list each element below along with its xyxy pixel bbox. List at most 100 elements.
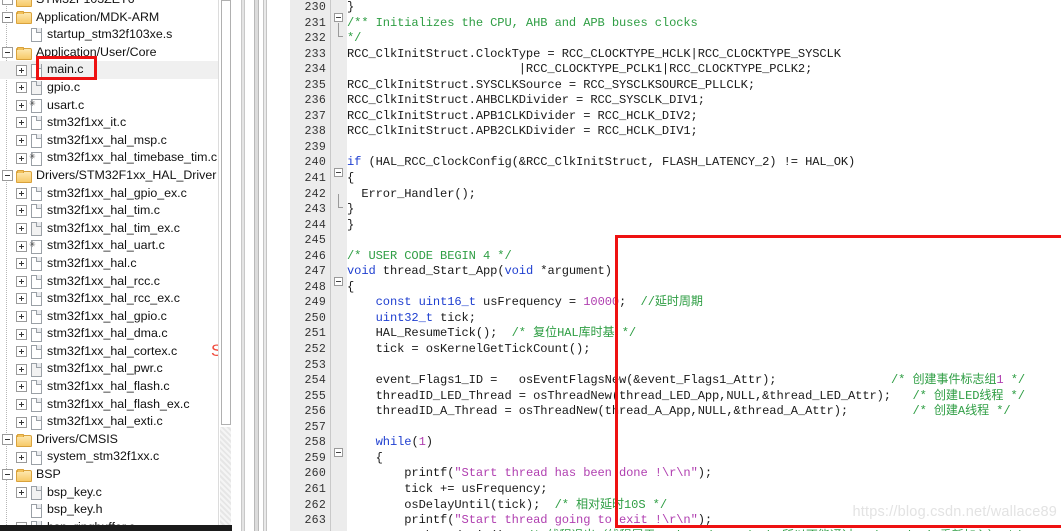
code-line[interactable] <box>347 420 1061 436</box>
tree-item-stm32f1xx-hal-tim-c[interactable]: stm32f1xx_hal_tim.c <box>0 202 232 220</box>
tree-item-stm32f1xx-hal-flash-ex-c[interactable]: stm32f1xx_hal_flash_ex.c <box>0 396 232 414</box>
code-line[interactable]: threadID_A_Thread = osThreadNew(thread_A… <box>347 404 1061 420</box>
tree-item-stm32f1xx-hal-gpio-ex-c[interactable]: stm32f1xx_hal_gpio_ex.c <box>0 185 232 203</box>
code-line[interactable]: |RCC_CLOCKTYPE_PCLK1|RCC_CLOCKTYPE_PCLK2… <box>347 62 1061 78</box>
expand-icon[interactable] <box>16 363 27 375</box>
code-line[interactable]: RCC_ClkInitStruct.APB2CLKDivider = RCC_H… <box>347 124 1061 140</box>
tree-item-stm32f1xx-hal-timebase-tim-c[interactable]: stm32f1xx_hal_timebase_tim.c <box>0 149 232 167</box>
code-line[interactable]: Error_Handler(); <box>347 187 1061 203</box>
collapse-icon[interactable] <box>2 469 13 481</box>
project-tree-panel[interactable]: STM32F103ZET6Application/MDK-ARM startup_… <box>0 0 232 531</box>
collapse-icon[interactable] <box>2 0 13 6</box>
project-tree-list[interactable]: STM32F103ZET6Application/MDK-ARM startup_… <box>0 0 232 531</box>
tree-item-stm32f1xx-hal-rcc-c[interactable]: stm32f1xx_hal_rcc.c <box>0 273 232 291</box>
scrollbar-track[interactable] <box>220 427 231 531</box>
expand-icon[interactable] <box>16 398 27 410</box>
code-line[interactable]: while(1) <box>347 435 1061 451</box>
code-line[interactable]: const uint16_t usFrequency = 10000; //延时… <box>347 295 1061 311</box>
code-line[interactable]: RCC_ClkInitStruct.ClockType = RCC_CLOCKT… <box>347 47 1061 63</box>
tree-item-gpio-c[interactable]: gpio.c <box>0 79 232 97</box>
code-line[interactable]: event_Flags1_ID = osEventFlagsNew(&event… <box>347 373 1061 389</box>
code-line[interactable]: threadID_LED_Thread = osThreadNew(thread… <box>347 389 1061 405</box>
tree-item-system-stm32f1xx-c[interactable]: system_stm32f1xx.c <box>0 448 232 466</box>
code-line[interactable]: HAL_ResumeTick(); /* 复位HAL库时基 */ <box>347 326 1061 342</box>
expand-icon[interactable] <box>16 486 27 498</box>
expand-icon[interactable] <box>16 117 27 129</box>
expand-icon[interactable] <box>16 240 27 252</box>
collapse-icon[interactable] <box>2 170 13 182</box>
tree-item-stm32f1xx-hal-rcc-ex-c[interactable]: stm32f1xx_hal_rcc_ex.c <box>0 290 232 308</box>
code-line[interactable] <box>347 233 1061 249</box>
code-folding-gutter[interactable] <box>331 0 347 531</box>
tree-item-stm32f103zet6[interactable]: STM32F103ZET6 <box>0 0 232 9</box>
scrollbar-thumb[interactable] <box>221 0 231 425</box>
code-line[interactable]: */ <box>347 31 1061 47</box>
collapse-icon[interactable] <box>2 434 13 446</box>
tree-item-drivers-cmsis[interactable]: Drivers/CMSIS <box>0 431 232 449</box>
tree-item-bsp[interactable]: BSP <box>0 466 232 484</box>
expand-icon[interactable] <box>16 205 27 217</box>
code-line[interactable]: tick = osKernelGetTickCount(); <box>347 342 1061 358</box>
tree-item-main-c[interactable]: main.c <box>0 61 232 79</box>
code-line[interactable]: } <box>347 0 1061 16</box>
code-editor[interactable]: 230 231 232 233 234 235 236 237 238 239 240 241 242 2… <box>290 0 1061 531</box>
code-line[interactable]: } <box>347 218 1061 234</box>
expand-icon[interactable] <box>16 187 27 199</box>
expand-icon[interactable] <box>16 416 27 428</box>
expand-icon[interactable] <box>16 381 27 393</box>
tree-item-stm32f1xx-hal-tim-ex-c[interactable]: stm32f1xx_hal_tim_ex.c <box>0 220 232 238</box>
tree-item-stm32f1xx-hal-uart-c[interactable]: stm32f1xx_hal_uart.c <box>0 237 232 255</box>
code-line[interactable]: RCC_ClkInitStruct.SYSCLKSource = RCC_SYS… <box>347 78 1061 94</box>
expand-icon[interactable] <box>16 310 27 322</box>
splitter-bar-middle[interactable] <box>254 0 259 531</box>
expand-icon[interactable] <box>16 451 27 463</box>
project-tree-scrollbar[interactable] <box>218 0 232 531</box>
expand-icon[interactable] <box>16 223 27 235</box>
tree-item-stm32f1xx-hal-exti-c[interactable]: stm32f1xx_hal_exti.c <box>0 413 232 431</box>
code-line[interactable]: /** Initializes the CPU, AHB and APB bus… <box>347 16 1061 32</box>
tree-item-stm32f1xx-hal-msp-c[interactable]: stm32f1xx_hal_msp.c <box>0 132 232 150</box>
splitter-bar-left[interactable] <box>241 0 245 531</box>
tree-item-stm32f1xx-hal-pwr-c[interactable]: stm32f1xx_hal_pwr.c <box>0 360 232 378</box>
code-text-area[interactable]: }/** Initializes the CPU, AHB and APB bu… <box>347 0 1061 531</box>
code-line[interactable]: } <box>347 202 1061 218</box>
tree-item-bsp-key-h[interactable]: bsp_key.h <box>0 501 232 519</box>
collapse-icon[interactable] <box>2 47 13 59</box>
tree-item-stm32f1xx-hal-c[interactable]: stm32f1xx_hal.c <box>0 255 232 273</box>
code-line[interactable]: RCC_ClkInitStruct.APB1CLKDivider = RCC_H… <box>347 109 1061 125</box>
expand-icon[interactable] <box>16 328 27 340</box>
expand-icon[interactable] <box>16 135 27 147</box>
code-line[interactable]: if (HAL_RCC_ClockConfig(&RCC_ClkInitStru… <box>347 155 1061 171</box>
tree-item-usart-c[interactable]: usart.c <box>0 97 232 115</box>
fold-collapse-icon[interactable] <box>334 12 343 22</box>
code-line[interactable]: void thread_Start_App(void *argument) <box>347 264 1061 280</box>
expand-icon[interactable] <box>16 346 27 358</box>
code-line[interactable]: { <box>347 451 1061 467</box>
code-line[interactable] <box>347 358 1061 374</box>
code-line[interactable]: printf("Start thread has been done !\r\n… <box>347 466 1061 482</box>
tree-item-application-user-core[interactable]: Application/User/Core <box>0 44 232 62</box>
tree-item-stm32f1xx-hal-dma-c[interactable]: stm32f1xx_hal_dma.c <box>0 325 232 343</box>
tree-item-stm32f1xx-hal-cortex-c[interactable]: stm32f1xx_hal_cortex.c <box>0 343 232 361</box>
expand-icon[interactable] <box>16 82 27 94</box>
code-line[interactable]: /* USER CODE BEGIN 4 */ <box>347 249 1061 265</box>
code-line[interactable]: { <box>347 280 1061 296</box>
collapse-icon[interactable] <box>2 11 13 23</box>
code-line[interactable]: { <box>347 171 1061 187</box>
tree-item-bsp-key-c[interactable]: bsp_key.c <box>0 484 232 502</box>
expand-icon[interactable] <box>16 293 27 305</box>
splitter-bar-right[interactable] <box>263 0 267 531</box>
fold-collapse-icon[interactable] <box>334 168 343 178</box>
tree-item-stm32f1xx-hal-gpio-c[interactable]: stm32f1xx_hal_gpio.c <box>0 308 232 326</box>
code-line[interactable]: RCC_ClkInitStruct.AHBCLKDivider = RCC_SY… <box>347 93 1061 109</box>
expand-icon[interactable] <box>16 99 27 111</box>
expand-icon[interactable] <box>16 64 27 76</box>
tree-item-application-mdk-arm[interactable]: Application/MDK-ARM <box>0 9 232 27</box>
tree-item-stm32f1xx-hal-flash-c[interactable]: stm32f1xx_hal_flash.c <box>0 378 232 396</box>
fold-collapse-icon[interactable] <box>334 447 343 457</box>
expand-icon[interactable] <box>16 152 27 164</box>
expand-icon[interactable] <box>16 275 27 287</box>
tree-item-startup-stm32f103xe-s[interactable]: startup_stm32f103xe.s <box>0 26 232 44</box>
code-line[interactable]: uint32_t tick; <box>347 311 1061 327</box>
code-line[interactable] <box>347 140 1061 156</box>
